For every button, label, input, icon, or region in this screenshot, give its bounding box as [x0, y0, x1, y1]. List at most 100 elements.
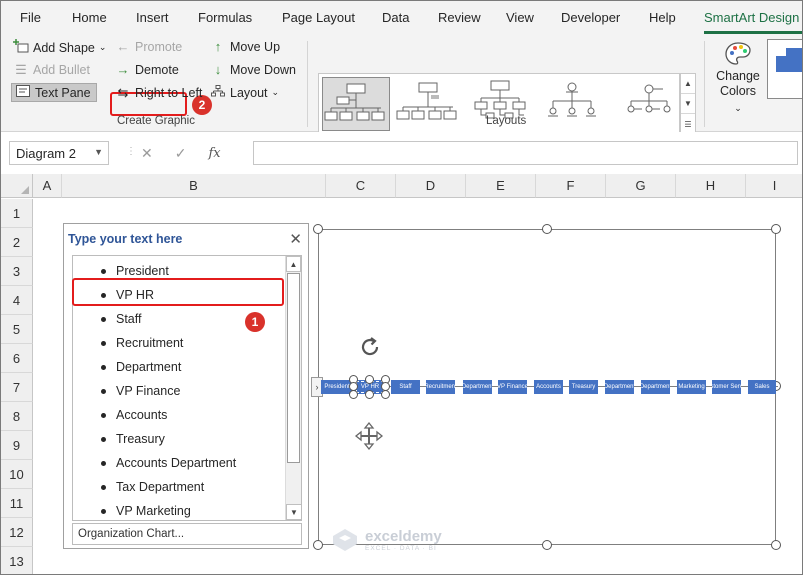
column-header-f[interactable]: F	[536, 174, 606, 198]
diagram-node[interactable]: Department	[641, 380, 670, 394]
diagram-node[interactable]: Accounts	[534, 380, 563, 394]
node-resize-handle[interactable]	[381, 390, 390, 399]
tab-review[interactable]: Review	[438, 10, 481, 25]
column-header-h[interactable]: H	[676, 174, 746, 198]
select-all-corner[interactable]	[1, 174, 33, 198]
node-resize-handle[interactable]	[365, 375, 374, 384]
list-item[interactable]: Treasury	[73, 427, 283, 451]
tab-help[interactable]: Help	[649, 10, 676, 25]
column-header-c[interactable]: C	[326, 174, 396, 198]
layout-option-org-chart[interactable]	[322, 77, 390, 131]
diagram-node[interactable]: Sales	[748, 380, 776, 394]
row-header-1[interactable]: 1	[1, 199, 33, 228]
list-item[interactable]: Recruitment	[73, 331, 283, 355]
diagram-node[interactable]: Treasury	[569, 380, 598, 394]
row-header-3[interactable]: 3	[1, 257, 33, 286]
layout-option-hierarchy[interactable]	[611, 77, 679, 131]
vp-hr-highlight	[72, 278, 284, 306]
column-header-i[interactable]: I	[746, 174, 802, 198]
close-icon[interactable]: ✕	[289, 230, 302, 248]
chevron-down-icon[interactable]: ▼	[94, 147, 103, 157]
right-to-left-button[interactable]: ⇆ Right to Left	[114, 85, 203, 101]
diagram-node[interactable]: Customer Service	[712, 380, 741, 394]
row-header-13[interactable]: 13	[1, 547, 33, 574]
tab-developer[interactable]: Developer	[561, 10, 620, 25]
resize-handle[interactable]	[771, 224, 781, 234]
row-header-10[interactable]: 10	[1, 460, 33, 489]
list-item[interactable]: Accounts Department	[73, 451, 283, 475]
diagram-node[interactable]: Marketing	[677, 380, 706, 394]
formula-input[interactable]	[253, 141, 798, 165]
diagram-node[interactable]: Recruitment	[426, 380, 455, 394]
cancel-icon[interactable]: ✕	[141, 145, 153, 162]
row-header-8[interactable]: 8	[1, 402, 33, 431]
row-header-12[interactable]: 12	[1, 518, 33, 547]
arrow-right-icon: →	[116, 62, 130, 77]
change-colors-button[interactable]: Change Colors ⌄	[715, 39, 761, 116]
tab-home[interactable]: Home	[72, 10, 107, 25]
diagram-node[interactable]: Department	[463, 380, 492, 394]
drag-handle-icon[interactable]: ⋮	[126, 146, 136, 157]
row-header-6[interactable]: 6	[1, 344, 33, 373]
add-shape-button[interactable]: Add Shape ⌄	[12, 39, 106, 56]
list-item[interactable]: Department	[73, 355, 283, 379]
rotate-handle-icon[interactable]	[358, 335, 382, 362]
enter-icon[interactable]: ✓	[175, 145, 187, 162]
diagram-node[interactable]: VP Finance	[498, 380, 527, 394]
diagram-node[interactable]: Staff	[391, 380, 420, 394]
column-header-g[interactable]: G	[606, 174, 676, 198]
move-handle-icon[interactable]	[354, 421, 384, 454]
bullet-icon	[101, 268, 106, 274]
name-box[interactable]: Diagram 2 ▼	[9, 141, 109, 165]
move-up-button[interactable]: ↑ Move Up	[209, 39, 280, 54]
move-down-button[interactable]: ↓ Move Down	[209, 62, 296, 77]
tab-data[interactable]: Data	[382, 10, 409, 25]
column-header-a[interactable]: A	[33, 174, 62, 198]
resize-handle[interactable]	[542, 224, 552, 234]
layout-option-name-title-org-chart[interactable]	[395, 77, 463, 131]
node-resize-handle[interactable]	[365, 390, 374, 399]
tab-page-layout[interactable]: Page Layout	[282, 10, 355, 25]
scroll-down-icon[interactable]: ▼	[286, 504, 301, 520]
gallery-scroll-down-icon[interactable]: ▼	[681, 94, 695, 114]
tab-file[interactable]: File	[20, 10, 41, 25]
promote-button[interactable]: ← Promote	[114, 39, 183, 54]
tab-view[interactable]: View	[506, 10, 534, 25]
add-bullet-button[interactable]: ☰ Add Bullet	[12, 62, 90, 78]
organization-chart-link[interactable]: Organization Chart...	[72, 523, 302, 545]
resize-handle[interactable]	[313, 540, 323, 550]
scroll-up-icon[interactable]: ▲	[286, 256, 301, 272]
list-item[interactable]: VP Marketing	[73, 499, 283, 520]
demote-button[interactable]: → Demote	[114, 62, 179, 77]
row-header-5[interactable]: 5	[1, 315, 33, 344]
scroll-thumb[interactable]	[287, 273, 300, 463]
tab-insert[interactable]: Insert	[136, 10, 169, 25]
row-header-11[interactable]: 11	[1, 489, 33, 518]
node-resize-handle[interactable]	[349, 390, 358, 399]
tab-smartart-design[interactable]: SmartArt Design	[704, 10, 799, 25]
column-header-e[interactable]: E	[466, 174, 536, 198]
column-header-d[interactable]: D	[396, 174, 466, 198]
row-header-9[interactable]: 9	[1, 431, 33, 460]
list-item[interactable]: Tax Department	[73, 475, 283, 499]
text-pane-button[interactable]: Text Pane	[11, 83, 97, 102]
resize-handle[interactable]	[313, 224, 323, 234]
resize-handle[interactable]	[542, 540, 552, 550]
column-header-b[interactable]: B	[62, 174, 326, 198]
gallery-more-icon[interactable]: ☰	[681, 114, 695, 134]
row-header-4[interactable]: 4	[1, 286, 33, 315]
row-header-2[interactable]: 2	[1, 228, 33, 257]
tab-formulas[interactable]: Formulas	[198, 10, 252, 25]
list-item[interactable]: VP Finance	[73, 379, 283, 403]
gallery-scroll-up-icon[interactable]: ▲	[681, 74, 695, 94]
list-item[interactable]: Accounts	[73, 403, 283, 427]
resize-handle[interactable]	[771, 540, 781, 550]
smartart-style-thumbnail[interactable]	[767, 39, 802, 99]
right-to-left-icon: ⇆	[117, 85, 129, 100]
insert-function-icon[interactable]: fx	[208, 146, 220, 161]
layout-option-circle-picture-hierarchy[interactable]	[539, 77, 607, 131]
row-header-7[interactable]: 7	[1, 373, 33, 402]
layout-button[interactable]: Layout ⌄	[209, 85, 279, 100]
diagram-node[interactable]: Department	[605, 380, 634, 394]
text-pane-scrollbar[interactable]: ▲ ▼	[285, 256, 301, 520]
